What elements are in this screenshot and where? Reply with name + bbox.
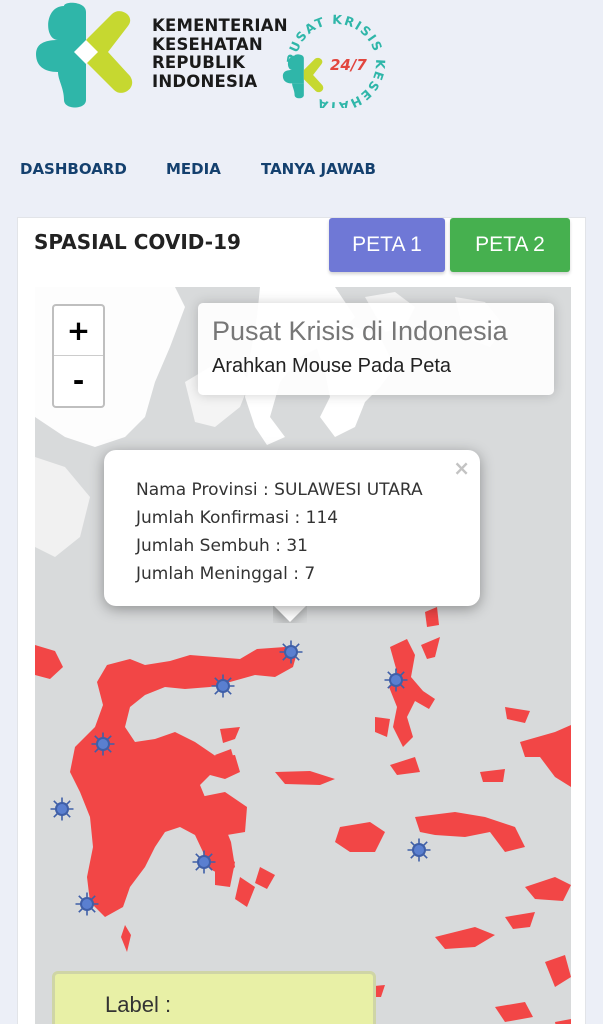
ministry-name: KEMENTERIAN KESEHATAN REPUBLIK INDONESIA: [152, 16, 288, 91]
info-subtitle: Arahkan Mouse Pada Peta: [212, 355, 452, 377]
popup-province-name: Nama Provinsi : SULAWESI UTARA: [136, 480, 423, 500]
coronavirus-icon[interactable]: [50, 797, 74, 821]
pusat-krisis-logo: PUSAT KRISIS KESEHATAN 24/7: [278, 4, 387, 108]
popup-deaths-count: Jumlah Meninggal : 7: [136, 564, 316, 584]
popup-close-button[interactable]: ×: [453, 456, 470, 480]
card-title: SPASIAL COVID-19: [34, 230, 241, 254]
map-legend: Label :: [52, 971, 376, 1024]
popup-confirmed-count: Jumlah Konfirmasi : 114: [136, 508, 339, 528]
zoom-out-button[interactable]: -: [54, 356, 103, 406]
covid-map[interactable]: + - Pusat Krisis di Indonesia Arahkan Mo…: [35, 287, 571, 1024]
province-popup: × Nama Provinsi : SULAWESI UTARA Jumlah …: [104, 450, 480, 606]
nav-tanya-jawab[interactable]: TANYA JAWAB: [261, 160, 376, 178]
legend-label: Label :: [105, 992, 172, 1017]
ministry-line: INDONESIA: [152, 71, 258, 91]
coronavirus-icon[interactable]: [211, 674, 235, 698]
ministry-line: KESEHATAN: [152, 34, 263, 54]
coronavirus-icon[interactable]: [279, 640, 303, 664]
info-title: Pusat Krisis di Indonesia: [212, 316, 508, 346]
peta-1-button[interactable]: PETA 1: [329, 218, 445, 272]
peta-2-button[interactable]: PETA 2: [450, 218, 570, 272]
coronavirus-icon[interactable]: [75, 892, 99, 916]
coronavirus-icon[interactable]: [91, 732, 115, 756]
site-header: KEMENTERIAN KESEHATAN REPUBLIK INDONESIA…: [0, 0, 603, 140]
ministry-line: KEMENTERIAN: [152, 16, 288, 35]
map-info-panel: Pusat Krisis di Indonesia Arahkan Mouse …: [198, 303, 554, 395]
spasial-card: SPASIAL COVID-19 PETA 1 PETA 2 + - Pusat…: [17, 217, 586, 1024]
crisis-badge-text: 24/7: [330, 56, 367, 74]
nav-media[interactable]: MEDIA: [166, 160, 221, 178]
zoom-in-button[interactable]: +: [54, 306, 103, 356]
coronavirus-icon[interactable]: [384, 668, 408, 692]
nav-dashboard[interactable]: DASHBOARD: [20, 160, 127, 178]
coronavirus-icon[interactable]: [407, 838, 431, 862]
popup-recovered-count: Jumlah Sembuh : 31: [136, 536, 308, 556]
ministry-line: REPUBLIK: [152, 53, 246, 72]
map-basemap: [35, 287, 571, 1024]
popup-tip: [273, 605, 307, 623]
zoom-control: + -: [52, 304, 105, 408]
kemenkes-logo: [36, 2, 133, 108]
main-nav: DASHBOARD MEDIA TANYA JAWAB: [0, 150, 603, 190]
coronavirus-icon[interactable]: [192, 850, 216, 874]
